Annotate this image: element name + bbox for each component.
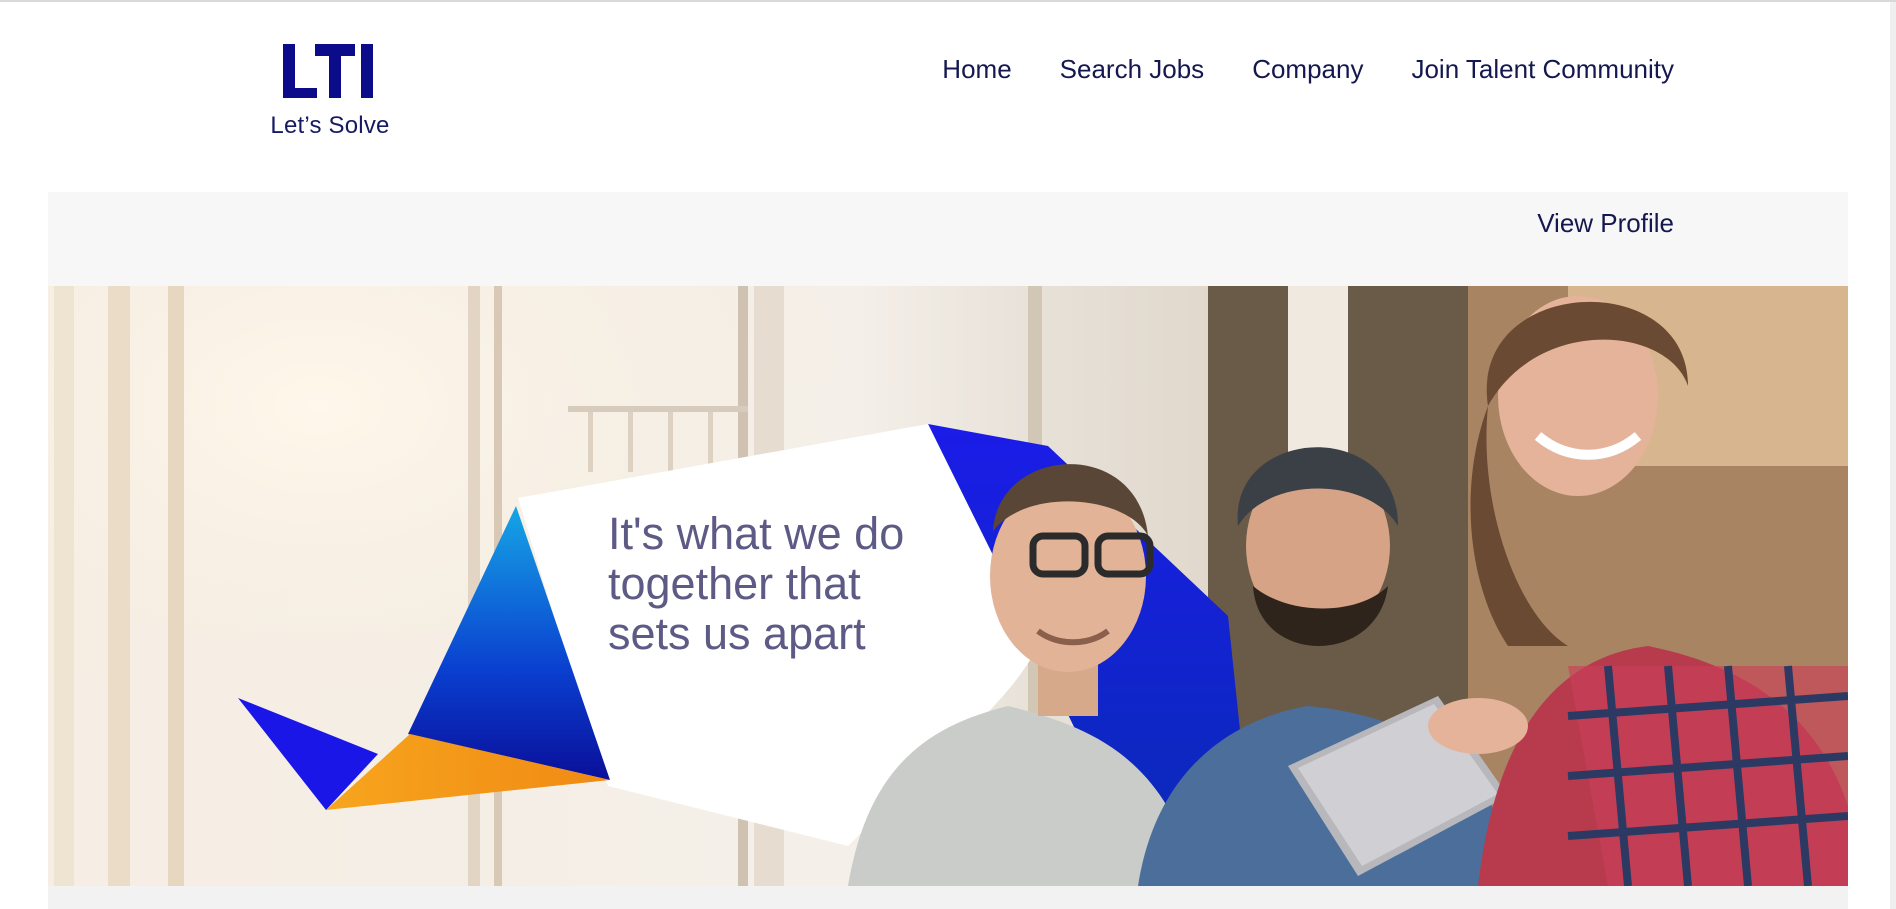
nav-home[interactable]: Home xyxy=(942,54,1011,85)
lti-logo-mark xyxy=(283,44,373,98)
hero-headline: It's what we do together that sets us ap… xyxy=(608,509,1028,659)
hero-headline-line-2: together that xyxy=(608,558,861,609)
view-profile-link[interactable]: View Profile xyxy=(1537,208,1674,239)
main-nav: Home Search Jobs Company Join Talent Com… xyxy=(942,54,1674,85)
page-scrollbar[interactable] xyxy=(1890,2,1896,909)
hero-banner: It's what we do together that sets us ap… xyxy=(48,286,1848,886)
site-header: Let’s Solve Home Search Jobs Company Joi… xyxy=(0,2,1896,192)
lti-logo[interactable]: Let’s Solve xyxy=(265,40,395,150)
hero-headline-line-1: It's what we do xyxy=(608,508,905,559)
logo-tagline: Let’s Solve xyxy=(270,112,390,139)
nav-company[interactable]: Company xyxy=(1252,54,1363,85)
profile-bar: View Profile xyxy=(48,192,1848,286)
hero-headline-line-3: sets us apart xyxy=(608,608,866,659)
nav-join-talent-community[interactable]: Join Talent Community xyxy=(1411,54,1674,85)
content-strip xyxy=(48,886,1848,909)
nav-search-jobs[interactable]: Search Jobs xyxy=(1060,54,1205,85)
